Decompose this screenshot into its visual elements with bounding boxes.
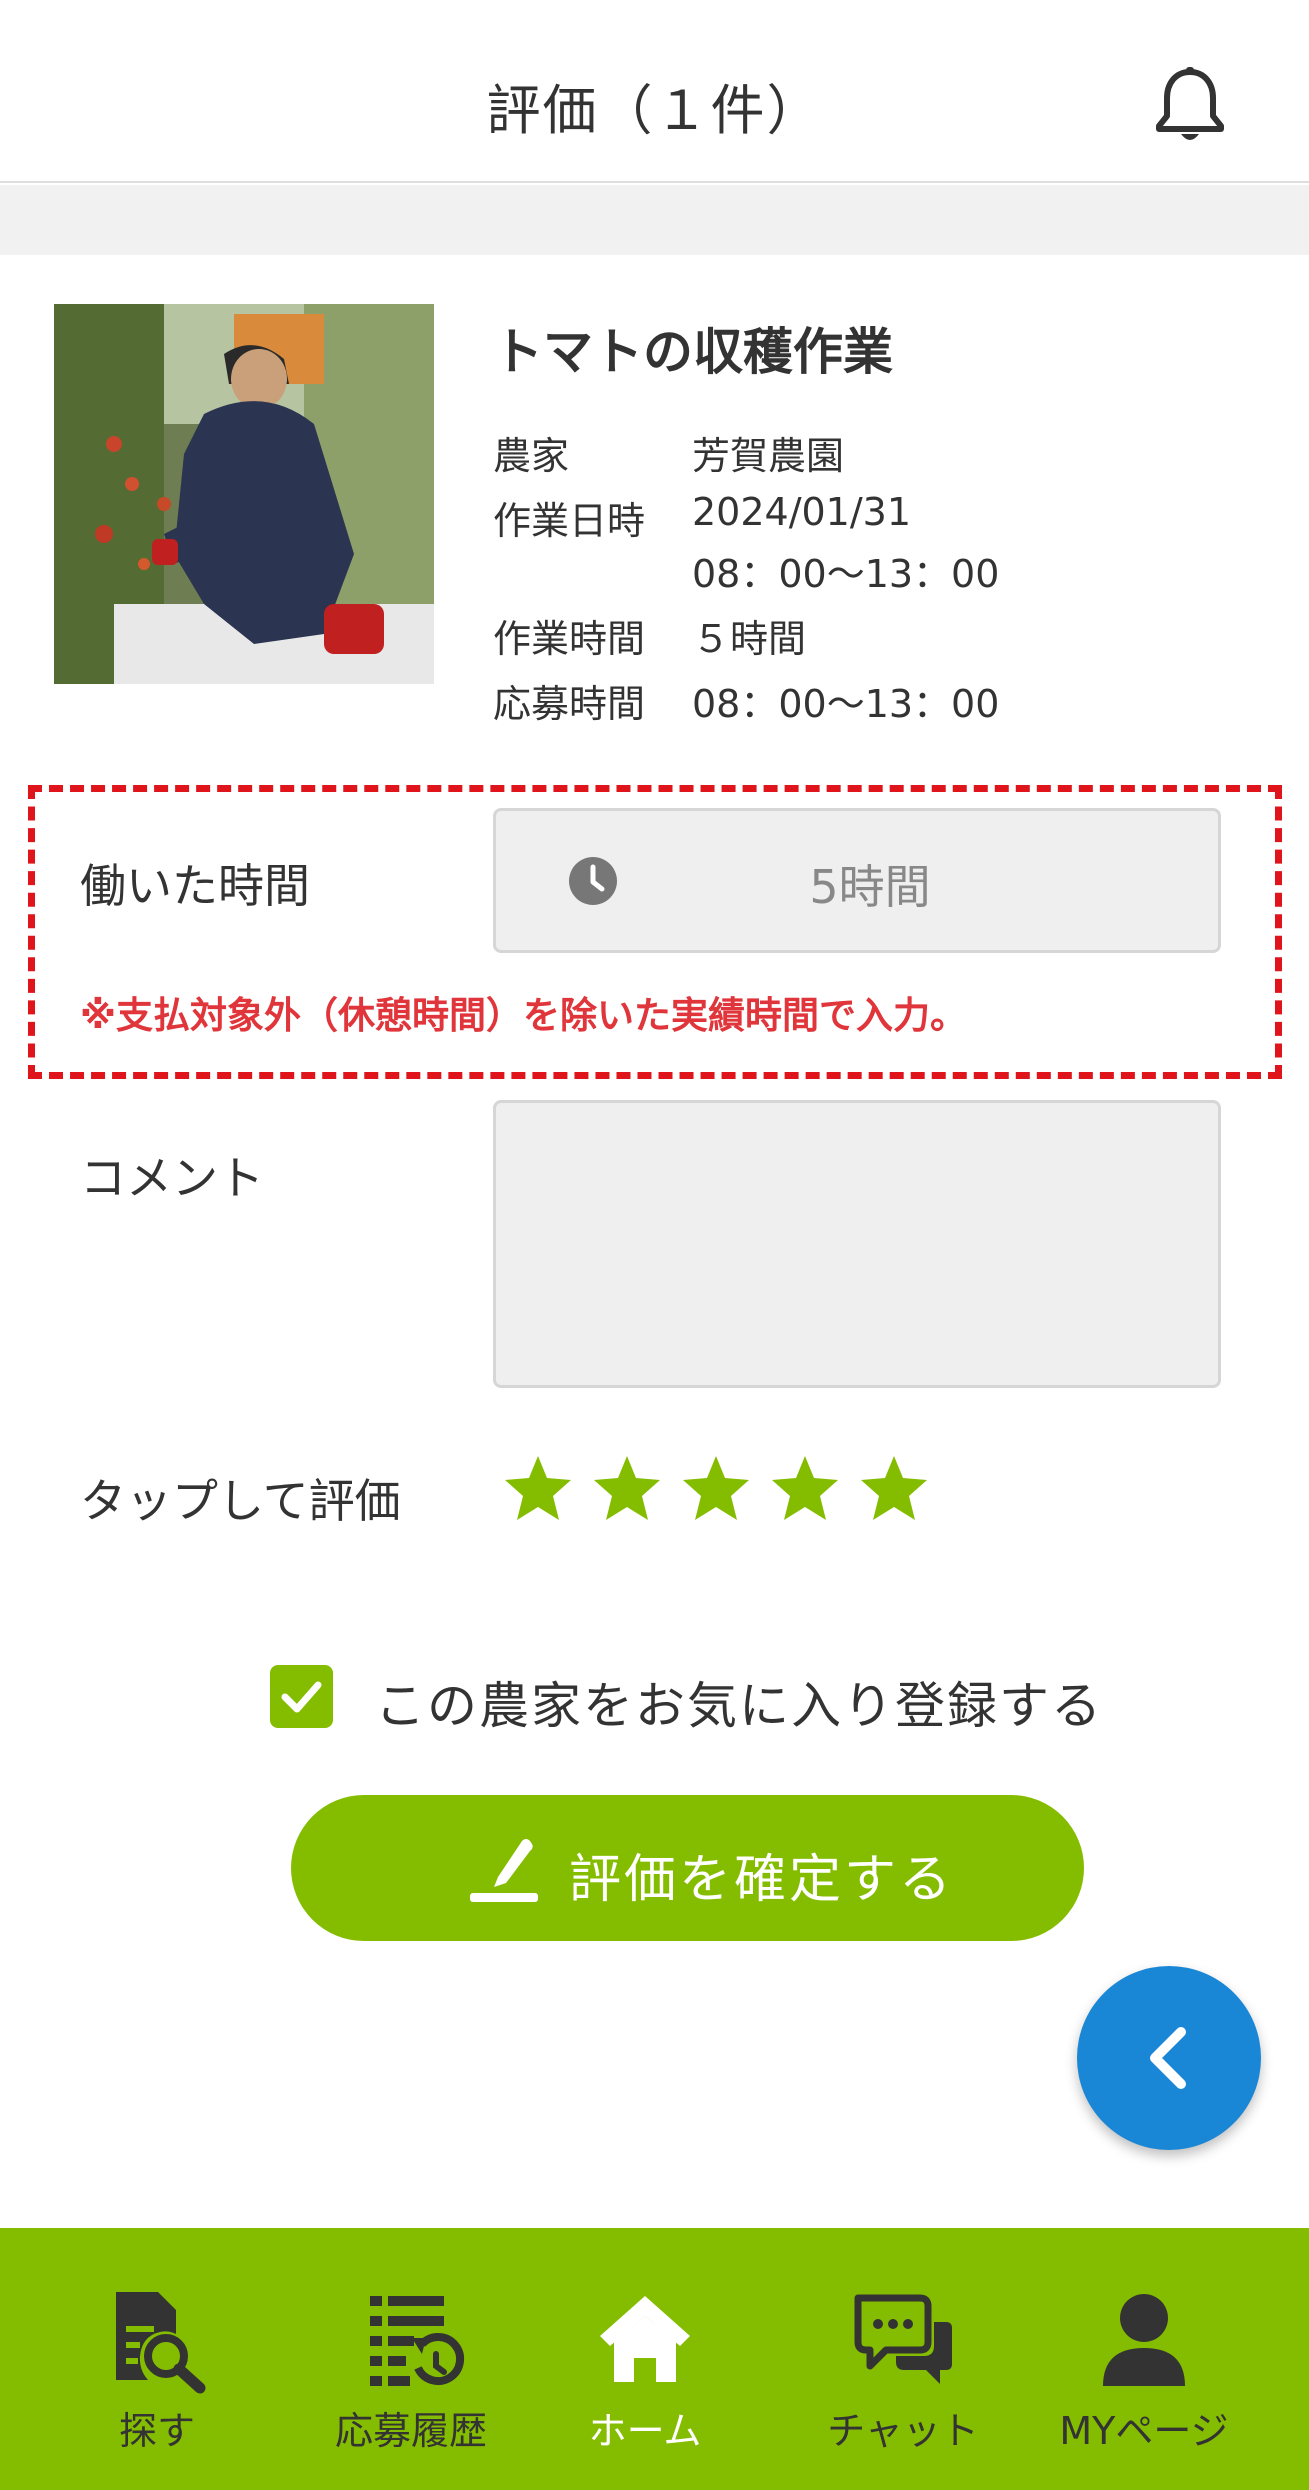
star-icon[interactable] (859, 1453, 929, 1523)
farmer-label: 農家 (493, 434, 570, 478)
work-duration-value: ５時間 (692, 617, 807, 661)
app-header: 評価（１件） (0, 0, 1309, 183)
worked-hours-label: 働いた時間 (80, 859, 310, 913)
favorite-checkbox[interactable] (270, 1665, 333, 1728)
job-photo (54, 304, 434, 684)
star-icon[interactable] (681, 1453, 751, 1523)
star-icon[interactable] (503, 1453, 573, 1523)
work-time-range-value: 08：00〜13：00 (692, 552, 1000, 596)
worked-hours-note: ※支払対象外（休憩時間）を除いた実績時間で入力。 (80, 994, 967, 1037)
bell-icon[interactable] (1153, 66, 1227, 146)
nav-item-chat[interactable]: チャット (783, 2228, 1023, 2490)
rating-label: タップして評価 (80, 1474, 401, 1528)
nav-item-search[interactable]: 探す (37, 2228, 277, 2490)
comment-input[interactable] (493, 1100, 1221, 1388)
nav-label-home: ホーム (588, 2409, 702, 2453)
star-icon[interactable] (592, 1453, 662, 1523)
chat-icon (854, 2294, 952, 2384)
nav-label-mypage: MYページ (1059, 2409, 1229, 2453)
page-title: 評価（１件） (486, 79, 823, 142)
nav-label-history: 応募履歴 (334, 2409, 487, 2453)
nav-label-chat: チャット (827, 2409, 979, 2453)
nav-item-home[interactable]: ホーム (525, 2228, 765, 2490)
user-icon (1103, 2294, 1185, 2386)
application-time-value: 08：00〜13：00 (692, 682, 1000, 726)
confirm-rating-label: 評価を確定する (569, 1850, 955, 1910)
rating-stars (503, 1453, 929, 1525)
worked-hours-value: 5時間 (809, 860, 931, 914)
confirm-rating-button[interactable]: 評価を確定する (291, 1795, 1084, 1941)
chevron-left-icon (1150, 2027, 1186, 2089)
search-document-icon (116, 2292, 206, 2394)
worked-hours-field[interactable]: 5時間 (493, 808, 1221, 953)
history-list-icon (370, 2296, 465, 2386)
bottom-navigation: 探す 応募履歴 ホーム チャット MYページ (0, 2228, 1309, 2490)
nav-item-mypage[interactable]: MYページ (1024, 2228, 1264, 2490)
pen-icon (470, 1839, 538, 1902)
application-time-label: 応募時間 (493, 682, 646, 726)
nav-label-search: 探す (118, 2409, 195, 2453)
back-button[interactable] (1077, 1966, 1261, 2150)
farmer-value: 芳賀農園 (692, 434, 845, 478)
header-divider-band (0, 185, 1309, 255)
work-duration-label: 作業時間 (493, 617, 646, 661)
comment-label: コメント (80, 1151, 264, 1205)
home-icon (600, 2296, 690, 2382)
star-icon[interactable] (770, 1453, 840, 1523)
favorite-label[interactable]: この農家をお気に入り登録する (375, 1666, 1103, 1738)
check-icon (281, 1681, 322, 1713)
nav-item-history[interactable]: 応募履歴 (291, 2228, 531, 2490)
job-title: トマトの収穫作業 (493, 323, 893, 381)
work-date-label: 作業日時 (493, 499, 646, 543)
work-date-value: 2024/01/31 (692, 490, 912, 534)
